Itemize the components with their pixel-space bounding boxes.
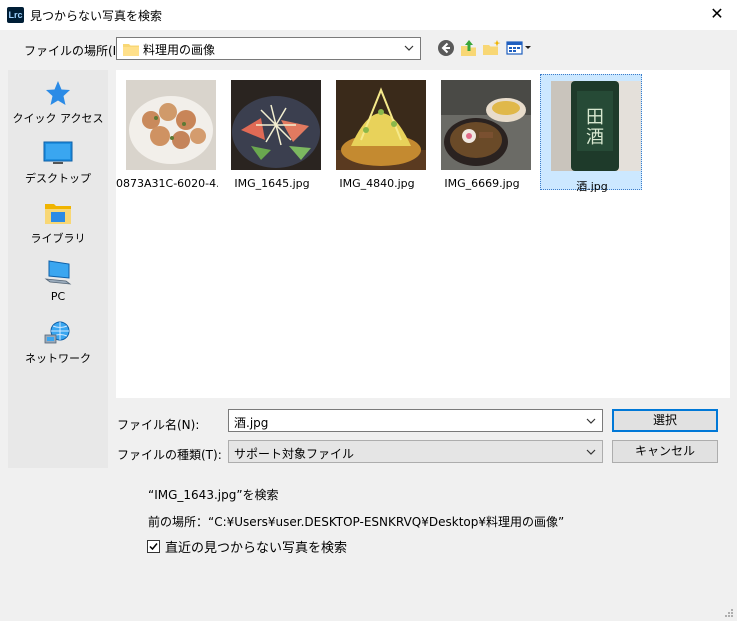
lookin-label: ファイルの場所(I): (24, 44, 125, 58)
photo-thumbnail (336, 80, 426, 170)
view-menu-icon[interactable] (506, 38, 532, 58)
chevron-down-icon[interactable] (585, 415, 597, 427)
desktop-icon (43, 141, 73, 164)
photo-thumbnail (126, 80, 216, 170)
previous-location-text: 前の場所：“C:¥Users¥user.DESKTOP-ESNKRVQ¥Desk… (148, 515, 565, 529)
file-list[interactable]: 0873A31C-6020-4... IMG_1645.jpg IMG_4840… (116, 70, 730, 398)
file-item[interactable]: IMG_6669.jpg (431, 74, 533, 190)
recent-missing-checkbox[interactable] (147, 540, 160, 553)
folder-icon (123, 44, 139, 56)
checkmark-icon (149, 543, 158, 551)
cancel-button[interactable]: キャンセル (612, 440, 718, 463)
searching-for-text: “IMG_1643.jpg”を検索 (148, 488, 279, 502)
file-item-selected[interactable]: 田 酒 酒.jpg (540, 74, 642, 193)
close-button[interactable]: ✕ (697, 0, 737, 30)
file-item[interactable]: 0873A31C-6020-4... (116, 74, 218, 190)
place-network[interactable]: ネットワーク (8, 320, 108, 366)
place-libraries[interactable]: ライブラリ (8, 200, 108, 246)
svg-text:酒: 酒 (586, 127, 604, 148)
filetype-dropdown[interactable]: サポート対象ファイル (228, 440, 603, 463)
title-bar: Lrc 見つからない写真を検索 ✕ (0, 0, 737, 30)
star-icon (46, 81, 70, 105)
photo-thumbnail (441, 80, 531, 170)
photo-thumbnail (231, 80, 321, 170)
filetype-value: サポート対象ファイル (234, 447, 355, 461)
place-quick-access[interactable]: クイック アクセス (8, 80, 108, 126)
recent-missing-checkbox-row[interactable]: 直近の見つからない写真を検索 (147, 537, 347, 556)
filetype-label: ファイルの種類(T): (117, 448, 222, 462)
places-bar: クイック アクセス デスクトップ ライブラリ PC ネットワーク (8, 70, 108, 468)
file-name: IMG_1645.jpg (234, 177, 310, 190)
place-pc[interactable]: PC (8, 260, 108, 303)
back-icon[interactable] (436, 38, 456, 58)
library-icon (45, 204, 71, 224)
up-folder-icon[interactable] (459, 38, 479, 58)
checkbox-label: 直近の見つからない写真を検索 (165, 541, 348, 556)
new-folder-icon[interactable] (482, 38, 502, 58)
filename-input[interactable]: 酒.jpg (228, 409, 603, 432)
pc-icon (44, 260, 72, 285)
window-title: 見つからない写真を検索 (30, 9, 163, 23)
place-desktop[interactable]: デスクトップ (8, 140, 108, 186)
select-button[interactable]: 選択 (612, 409, 718, 432)
network-icon (44, 321, 70, 344)
file-name: 酒.jpg (576, 180, 608, 193)
place-label: ライブラリ (30, 232, 86, 245)
file-name: 0873A31C-6020-4... (116, 177, 218, 190)
file-name: IMG_4840.jpg (339, 177, 415, 190)
place-label: PC (50, 290, 66, 303)
chevron-down-icon (586, 449, 596, 455)
lightroom-app-icon: Lrc (7, 7, 24, 23)
place-label: ネットワーク (25, 352, 91, 365)
place-label: クイック アクセス (12, 112, 104, 125)
svg-text:田: 田 (586, 107, 604, 128)
chevron-down-icon (404, 45, 414, 51)
filename-label: ファイル名(N): (117, 418, 200, 432)
lookin-dropdown[interactable]: 料理用の画像 (116, 37, 421, 60)
file-item[interactable]: IMG_4840.jpg (326, 74, 428, 190)
photo-thumbnail: 田 酒 (551, 81, 641, 171)
lookin-value: 料理用の画像 (143, 43, 216, 57)
file-item[interactable]: IMG_1645.jpg (221, 74, 323, 190)
place-label: デスクトップ (25, 172, 91, 185)
filename-value: 酒.jpg (234, 416, 269, 430)
file-name: IMG_6669.jpg (444, 177, 520, 190)
resize-grip-icon[interactable] (724, 608, 734, 618)
